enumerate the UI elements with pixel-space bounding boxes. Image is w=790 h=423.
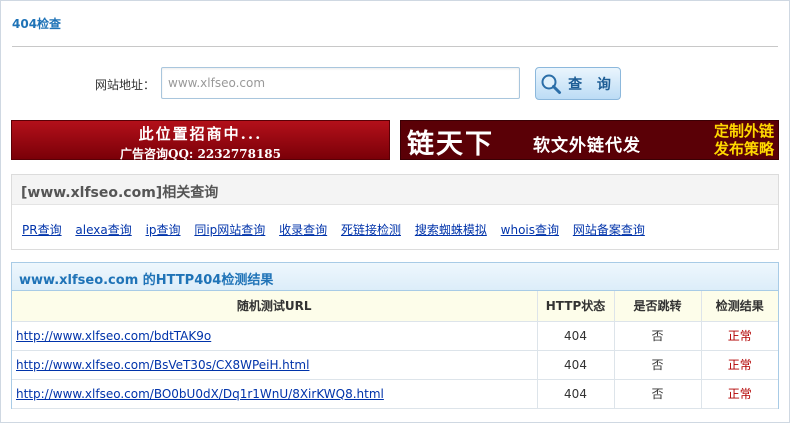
link-index[interactable]: 收录查询 (279, 223, 327, 237)
results-title: www.xlfseo.com 的HTTP404检测结果 (12, 263, 778, 291)
page-title: 404检查 (12, 17, 62, 31)
url-cell: http://www.xlfseo.com/bdtTAK9o (12, 321, 538, 351)
url-cell: http://www.xlfseo.com/BsVeT30s/CX8WPeiH.… (12, 350, 538, 380)
results-panel: www.xlfseo.com 的HTTP404检测结果 随机测试URL HTTP… (11, 262, 779, 409)
col-header-redirect: 是否跳转 (614, 291, 702, 322)
test-url-link[interactable]: http://www.xlfseo.com/bdtTAK9o (16, 329, 211, 343)
related-queries-links: PR查询 alexa查询 ip查询 同ip网站查询 收录查询 死链接检测 搜索蜘… (22, 221, 655, 238)
table-row: http://www.xlfseo.com/BO0bU0dX/Dq1r1WnU/… (12, 379, 778, 409)
ad-banner-right-side: 定制外链 发布策略 (714, 122, 774, 158)
ad-banner-right-side-line2: 发布策略 (713, 140, 774, 158)
ad-banner-right-brand: 链天下 (407, 129, 494, 160)
redirect-cell: 否 (614, 350, 702, 380)
url-input[interactable] (161, 67, 520, 99)
link-spider[interactable]: 搜索蜘蛛模拟 (415, 223, 487, 237)
test-url-link[interactable]: http://www.xlfseo.com/BsVeT30s/CX8WPeiH.… (16, 358, 309, 372)
link-pr[interactable]: PR查询 (22, 223, 62, 237)
results-header-row: 随机测试URL HTTP状态 是否跳转 检测结果 (12, 291, 778, 322)
link-icp[interactable]: 网站备案查询 (573, 223, 645, 237)
col-header-result: 检测结果 (701, 291, 778, 322)
table-row: http://www.xlfseo.com/bdtTAK9o 404 否 正常 (12, 321, 778, 351)
ad-banner-right-slogan: 软文外链代发 (533, 136, 641, 156)
ad-banner-left-line1: 此位置招商中... (138, 125, 263, 143)
query-button-label: 查 询 (568, 76, 616, 93)
url-label: 网站地址： (95, 78, 156, 92)
magnifier-icon (541, 74, 562, 94)
query-button[interactable]: 查 询 (535, 67, 621, 100)
link-same-ip[interactable]: 同ip网站查询 (194, 223, 265, 237)
result-cell: 正常 (701, 321, 778, 351)
ad-banner-left[interactable]: 此位置招商中... 广告咨询QQ: 2232778185 (11, 120, 390, 161)
url-cell: http://www.xlfseo.com/BO0bU0dX/Dq1r1WnU/… (12, 379, 538, 409)
ad-banner-right-side-line1: 定制外链 (713, 122, 774, 140)
status-cell: 404 (537, 321, 615, 351)
status-cell: 404 (537, 379, 615, 409)
related-queries-title: [www.xlfseo.com]相关查询 (12, 175, 778, 205)
link-whois[interactable]: whois查询 (501, 223, 559, 237)
test-url-link[interactable]: http://www.xlfseo.com/BO0bU0dX/Dq1r1WnU/… (16, 387, 384, 401)
status-cell: 404 (537, 350, 615, 380)
related-queries-panel: [www.xlfseo.com]相关查询 PR查询 alexa查询 ip查询 同… (11, 174, 779, 250)
redirect-cell: 否 (614, 379, 702, 409)
title-divider (12, 46, 778, 47)
redirect-cell: 否 (614, 321, 702, 351)
link-alexa[interactable]: alexa查询 (75, 223, 131, 237)
ad-banner-left-line2: 广告咨询QQ: 2232778185 (119, 147, 281, 161)
col-header-url: 随机测试URL (12, 291, 538, 322)
ad-banner-right[interactable]: 链天下 软文外链代发 定制外链 发布策略 (400, 120, 779, 160)
link-ip[interactable]: ip查询 (146, 223, 181, 237)
table-row: http://www.xlfseo.com/BsVeT30s/CX8WPeiH.… (12, 350, 778, 380)
result-cell: 正常 (701, 379, 778, 409)
col-header-status: HTTP状态 (537, 291, 615, 322)
result-cell: 正常 (701, 350, 778, 380)
results-table: 随机测试URL HTTP状态 是否跳转 检测结果 http://www.xlfs… (12, 291, 778, 409)
link-dead-link[interactable]: 死链接检测 (341, 223, 401, 237)
